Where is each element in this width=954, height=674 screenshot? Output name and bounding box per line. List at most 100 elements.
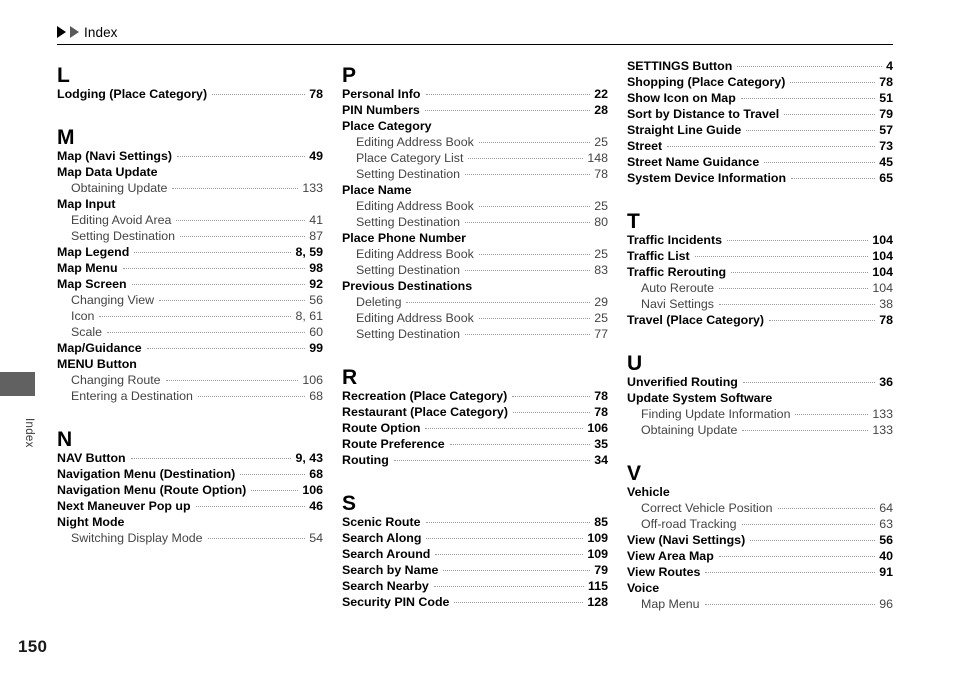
index-entry[interactable]: Traffic Rerouting 104	[627, 264, 893, 280]
index-entry-label: Entering a Destination	[71, 389, 193, 403]
index-entry[interactable]: NAV Button 9, 43	[57, 450, 323, 466]
index-subentry[interactable]: Editing Address Book 25	[342, 198, 608, 214]
index-subentry[interactable]: Auto Reroute 104	[627, 280, 893, 296]
index-entry[interactable]: Navigation Menu (Route Option) 106	[57, 482, 323, 498]
index-entry[interactable]: Unverified Routing 36	[627, 374, 893, 390]
index-entry[interactable]: Straight Line Guide 57	[627, 122, 893, 138]
index-entry[interactable]: Scenic Route 85	[342, 514, 608, 530]
index-entry[interactable]: Routing 34	[342, 452, 608, 468]
index-entry[interactable]: Shopping (Place Category) 78	[627, 74, 893, 90]
index-entry[interactable]: Map Input	[57, 196, 323, 212]
index-entry[interactable]: Map Screen 92	[57, 276, 323, 292]
index-entry-label: Icon	[71, 309, 95, 323]
index-entry[interactable]: Map Data Update	[57, 164, 323, 180]
index-subentry[interactable]: Setting Destination 87	[57, 228, 323, 244]
index-entry[interactable]: MENU Button	[57, 356, 323, 372]
index-entry[interactable]: Place Phone Number	[342, 230, 608, 246]
index-subentry[interactable]: Off-road Tracking 63	[627, 516, 893, 532]
index-entry[interactable]: Map (Navi Settings) 49	[57, 148, 323, 164]
index-entry[interactable]: Personal Info 22	[342, 86, 608, 102]
index-entry[interactable]: Search Along 109	[342, 530, 608, 546]
index-subentry[interactable]: Place Category List 148	[342, 150, 608, 166]
index-subentry[interactable]: Icon 8, 61	[57, 308, 323, 324]
index-entry[interactable]: Search Nearby 115	[342, 578, 608, 594]
index-entry[interactable]: View (Navi Settings) 56	[627, 532, 893, 548]
index-entry[interactable]: Street 73	[627, 138, 893, 154]
index-entry[interactable]: Sort by Distance to Travel 79	[627, 106, 893, 122]
index-entry-label: Off-road Tracking	[641, 517, 737, 531]
index-entry[interactable]: Previous Destinations	[342, 278, 608, 294]
index-subentry[interactable]: Setting Destination 78	[342, 166, 608, 182]
index-subentry[interactable]: Setting Destination 80	[342, 214, 608, 230]
letter-heading-s: S	[342, 492, 357, 515]
index-entry[interactable]: Voice	[627, 580, 893, 596]
index-entry[interactable]: Travel (Place Category) 78	[627, 312, 893, 328]
index-entry[interactable]: Restaurant (Place Category) 78	[342, 404, 608, 420]
index-entry-page: 25	[594, 311, 608, 325]
index-subentry[interactable]: Obtaining Update 133	[627, 422, 893, 438]
index-entry[interactable]: Map Legend 8, 59	[57, 244, 323, 260]
index-entry[interactable]: Next Maneuver Pop up 46	[57, 498, 323, 514]
index-entry[interactable]: Place Name	[342, 182, 608, 198]
index-entry[interactable]: Lodging (Place Category) 78	[57, 86, 323, 102]
index-entry-label: View Routes	[627, 565, 701, 579]
index-entry[interactable]: System Device Information 65	[627, 170, 893, 186]
index-entry-page: 80	[594, 215, 608, 229]
index-entry[interactable]: SETTINGS Button 4	[627, 58, 893, 74]
index-entry[interactable]: PIN Numbers 28	[342, 102, 608, 118]
dot-leader	[727, 232, 869, 244]
index-subentry[interactable]: Setting Destination 83	[342, 262, 608, 278]
index-entry[interactable]: Navigation Menu (Destination) 68	[57, 466, 323, 482]
index-entry[interactable]: Place Category	[342, 118, 608, 134]
letter-heading-l: L	[57, 64, 70, 87]
index-entry[interactable]: Recreation (Place Category) 78	[342, 388, 608, 404]
index-entry[interactable]: Map/Guidance 99	[57, 340, 323, 356]
index-subentry[interactable]: Obtaining Update 133	[57, 180, 323, 196]
index-entry-label: Changing Route	[71, 373, 161, 387]
index-entry[interactable]: Vehicle	[627, 484, 893, 500]
index-subentry[interactable]: Entering a Destination 68	[57, 388, 323, 404]
index-entry-label: Update System Software	[627, 391, 773, 405]
index-subentry[interactable]: Changing Route 106	[57, 372, 323, 388]
letter-heading-v: V	[627, 462, 642, 485]
index-subentry[interactable]: Changing View 56	[57, 292, 323, 308]
dot-leader	[130, 450, 292, 462]
index-subentry[interactable]: Map Menu 96	[627, 596, 893, 612]
index-entry[interactable]: View Area Map 40	[627, 548, 893, 564]
index-entry[interactable]: Search Around 109	[342, 546, 608, 562]
index-entry[interactable]: Street Name Guidance 45	[627, 154, 893, 170]
index-subentry[interactable]: Setting Destination 77	[342, 326, 608, 342]
index-entry[interactable]: Search by Name 79	[342, 562, 608, 578]
index-entry[interactable]: Security PIN Code 128	[342, 594, 608, 610]
index-entry[interactable]: View Routes 91	[627, 564, 893, 580]
index-subentry[interactable]: Editing Address Book 25	[342, 134, 608, 150]
index-subentry[interactable]: Scale 60	[57, 324, 323, 340]
index-subentry[interactable]: Correct Vehicle Position 64	[627, 500, 893, 516]
index-subentry[interactable]: Switching Display Mode 54	[57, 530, 323, 546]
index-subentry[interactable]: Finding Update Information 133	[627, 406, 893, 422]
index-subentry[interactable]: Deleting 29	[342, 294, 608, 310]
dot-leader	[705, 564, 875, 576]
index-entry[interactable]: Traffic Incidents 104	[627, 232, 893, 248]
index-subentry[interactable]: Editing Address Book 25	[342, 310, 608, 326]
dot-leader	[443, 562, 590, 574]
index-entry[interactable]: Route Preference 35	[342, 436, 608, 452]
index-subentry[interactable]: Navi Settings 38	[627, 296, 893, 312]
index-entry-label: Security PIN Code	[342, 595, 450, 609]
dot-leader	[764, 154, 876, 166]
index-entry[interactable]: Map Menu 98	[57, 260, 323, 276]
index-entry-page: 68	[309, 467, 323, 481]
index-entry[interactable]: Night Mode	[57, 514, 323, 530]
index-entry-page: 78	[309, 87, 323, 101]
dot-leader	[667, 138, 876, 150]
index-entry[interactable]: Route Option 106	[342, 420, 608, 436]
index-entry[interactable]: Traffic List 104	[627, 248, 893, 264]
index-entry-page: 56	[879, 533, 893, 547]
index-subentry[interactable]: Editing Address Book 25	[342, 246, 608, 262]
index-entry[interactable]: Update System Software	[627, 390, 893, 406]
index-entry-page: 73	[879, 139, 893, 153]
index-entry[interactable]: Show Icon on Map 51	[627, 90, 893, 106]
index-entry-label: Map (Navi Settings)	[57, 149, 172, 163]
index-subentry[interactable]: Editing Avoid Area 41	[57, 212, 323, 228]
index-entry-page: 78	[879, 313, 893, 327]
